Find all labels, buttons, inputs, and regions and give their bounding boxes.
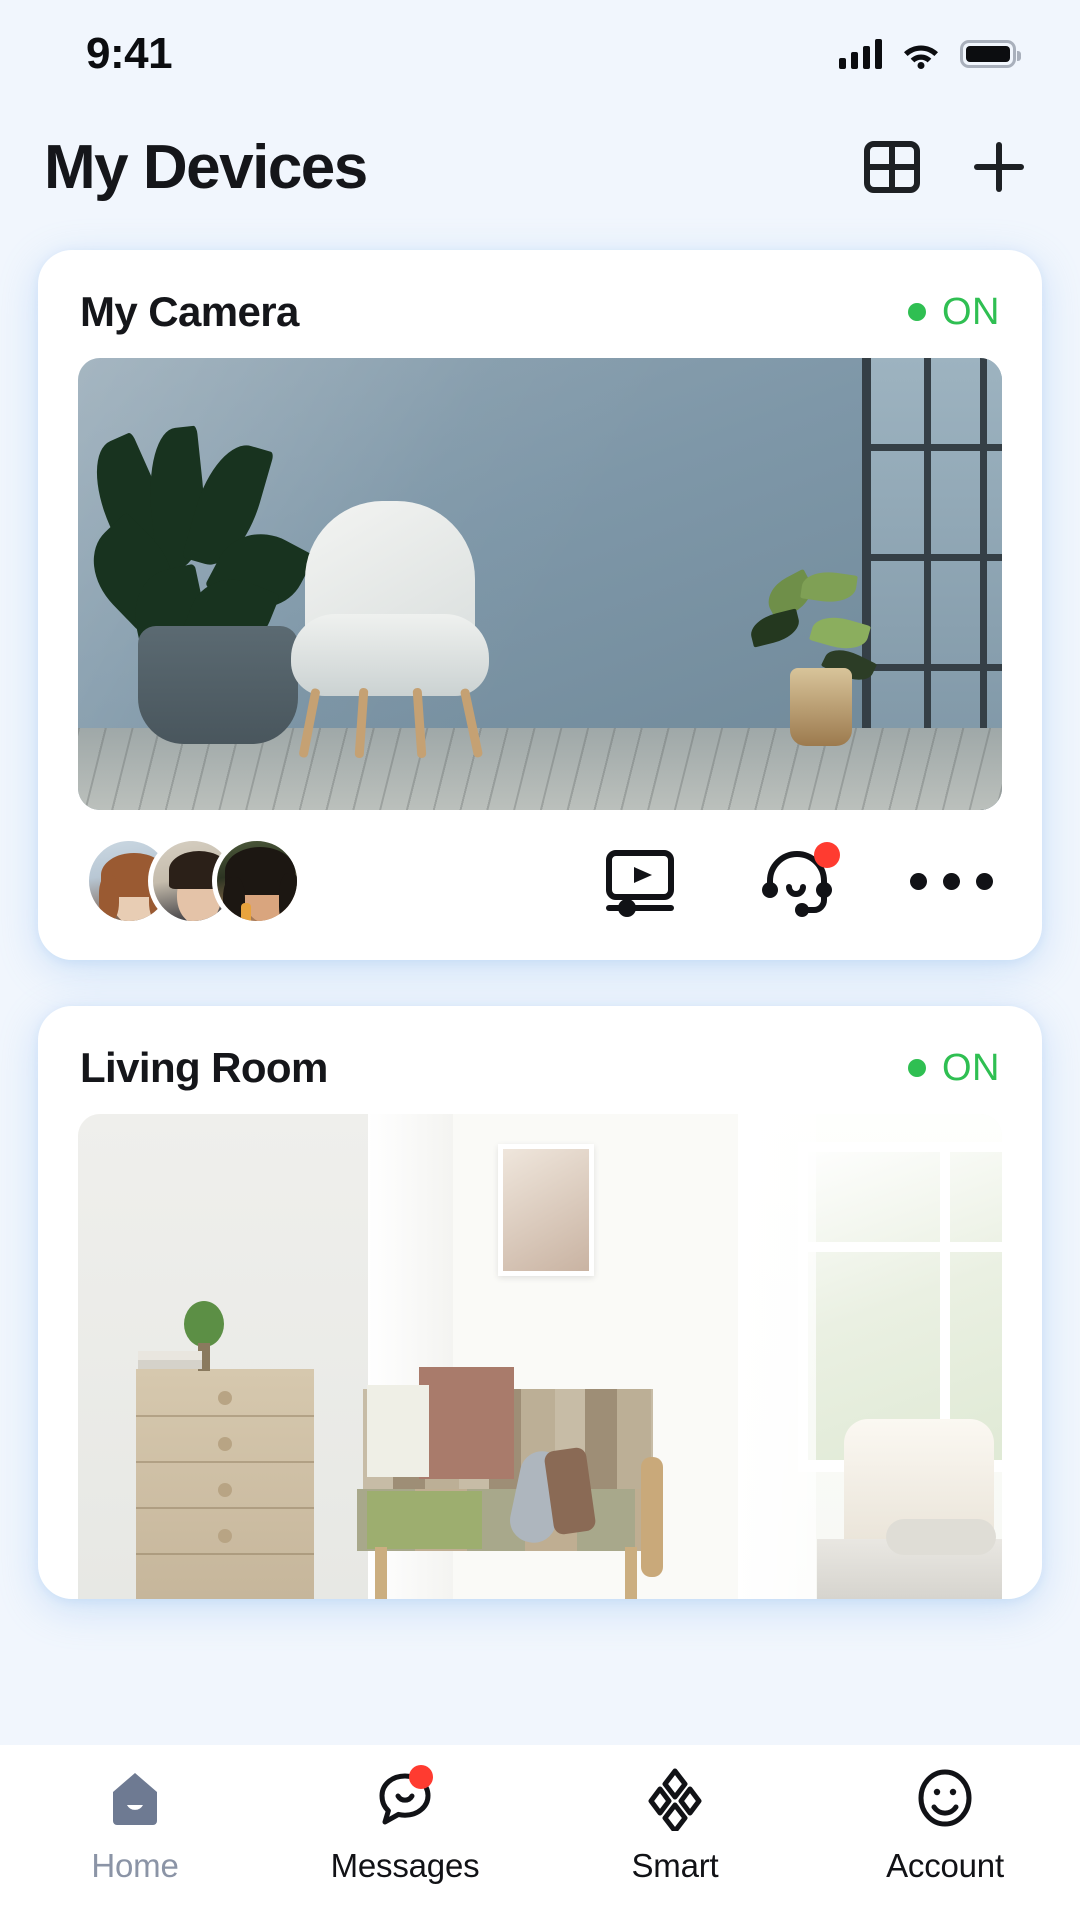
account-icon	[913, 1767, 977, 1831]
tab-label: Home	[91, 1847, 179, 1884]
viewer-avatars[interactable]	[84, 836, 302, 926]
plus-icon[interactable]	[970, 138, 1028, 196]
battery-full-icon	[960, 40, 1021, 68]
bottom-navigation: Home Messages Smart Account	[0, 1745, 1080, 1920]
status-badge: ON	[908, 291, 1000, 334]
card-header: Living Room ON	[38, 1006, 1042, 1114]
sofa-shape	[353, 1349, 663, 1599]
status-badge: ON	[908, 1047, 1000, 1090]
notification-badge	[814, 842, 840, 868]
device-name: Living Room	[80, 1044, 328, 1091]
online-dot	[908, 1059, 926, 1077]
device-card-living-room[interactable]: Living Room ON	[38, 1006, 1042, 1599]
smart-icon	[643, 1767, 707, 1831]
status-label: ON	[942, 290, 1000, 333]
pot-shape	[790, 668, 852, 746]
tab-smart[interactable]: Smart	[540, 1767, 810, 1885]
tab-label: Smart	[631, 1847, 719, 1884]
page-header: My Devices	[0, 112, 1080, 222]
support-headset-icon[interactable]	[756, 840, 840, 922]
tab-home[interactable]: Home	[0, 1767, 270, 1885]
online-dot	[908, 303, 926, 321]
tab-messages[interactable]: Messages	[270, 1765, 540, 1885]
viewer-avatar-3[interactable]	[212, 836, 302, 926]
status-bar-clock: 9:41	[86, 29, 173, 78]
tab-label: Messages	[330, 1847, 480, 1884]
playback-icon[interactable]	[602, 840, 684, 922]
home-icon	[103, 1767, 167, 1831]
status-label: ON	[942, 1046, 1000, 1089]
device-name: My Camera	[80, 288, 299, 335]
messages-icon	[373, 1765, 437, 1831]
card-actions	[602, 840, 993, 922]
preview-scene	[78, 1114, 1002, 1599]
header-actions	[864, 138, 1028, 196]
status-bar-icons	[839, 39, 1021, 69]
tab-account[interactable]: Account	[810, 1767, 1080, 1885]
card-footer	[38, 810, 1042, 960]
preview-scene	[78, 358, 1002, 810]
camera-preview-living-space[interactable]	[78, 358, 1002, 810]
cellular-signal-icon	[839, 39, 882, 69]
page-title: My Devices	[44, 132, 368, 202]
pot-shape	[138, 626, 298, 744]
notification-badge	[409, 1765, 433, 1789]
camera-preview-bedroom[interactable]	[78, 1114, 1002, 1599]
small-plant-shape	[747, 568, 880, 750]
bed-shape	[817, 1419, 1002, 1599]
chair-shape	[283, 501, 498, 759]
grid-view-icon[interactable]	[864, 141, 920, 193]
dresser-shape	[136, 1301, 314, 1599]
status-bar: 9:41	[0, 0, 1080, 108]
app-screen: 9:41 My Devices My Camera ON Living Room…	[0, 0, 1080, 1920]
device-card-my-camera[interactable]: My Camera ON	[38, 250, 1042, 960]
device-list[interactable]: My Camera ON Living Room ON	[0, 250, 1080, 1745]
wall-art-shape	[498, 1144, 594, 1276]
more-options-icon[interactable]	[909, 840, 993, 922]
curtain-shape	[738, 1114, 816, 1599]
tab-label: Account	[886, 1847, 1004, 1884]
card-header: My Camera ON	[38, 250, 1042, 358]
wifi-icon	[904, 45, 938, 69]
